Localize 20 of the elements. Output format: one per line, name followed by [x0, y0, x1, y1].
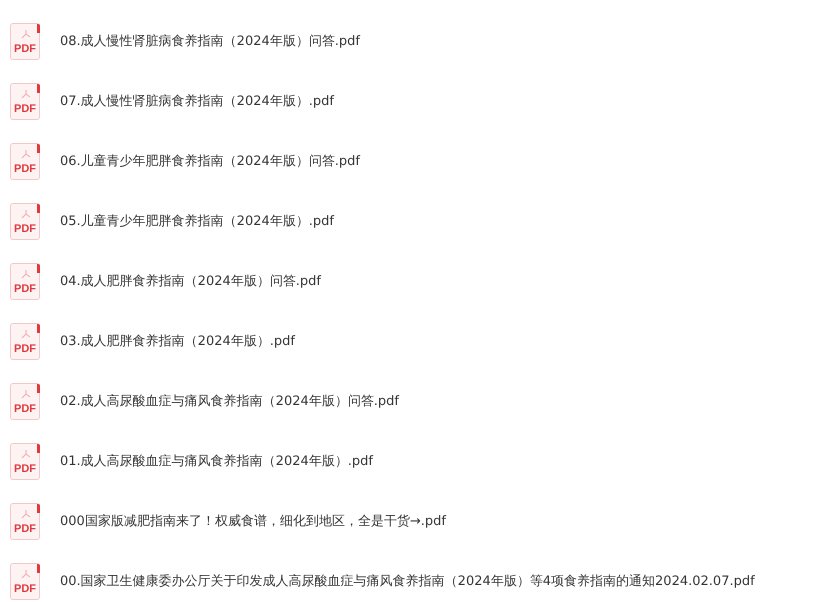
- pdf-file-icon: PDF: [10, 142, 40, 180]
- file-name[interactable]: 08.成人慢性肾脏病食养指南（2024年版）问答.pdf: [60, 32, 360, 50]
- pdf-file-icon: PDF: [10, 82, 40, 120]
- file-name[interactable]: 07.成人慢性肾脏病食养指南（2024年版）.pdf: [60, 92, 334, 110]
- file-name[interactable]: 06.儿童青少年肥胖食养指南（2024年版）问答.pdf: [60, 152, 360, 170]
- pdf-file-icon: PDF: [10, 22, 40, 60]
- pdf-file-icon: PDF: [10, 382, 40, 420]
- pdf-file-icon: PDF: [10, 262, 40, 300]
- file-name[interactable]: 04.成人肥胖食养指南（2024年版）问答.pdf: [60, 272, 321, 290]
- pdf-file-icon: PDF: [10, 202, 40, 240]
- pdf-file-icon: PDF: [10, 562, 40, 600]
- file-name[interactable]: 00.国家卫生健康委办公厅关于印发成人高尿酸血症与痛风食养指南（2024年版）等4项食养指南的通知2024.02.07.pdf: [60, 572, 755, 590]
- file-name[interactable]: 05.儿童青少年肥胖食养指南（2024年版）.pdf: [60, 212, 334, 230]
- pdf-file-icon: PDF: [10, 442, 40, 480]
- file-name[interactable]: 000国家版减肥指南来了！权威食谱，细化到地区，全是干货→.pdf: [60, 512, 446, 530]
- pdf-file-icon: PDF: [10, 502, 40, 540]
- file-name[interactable]: 02.成人高尿酸血症与痛风食养指南（2024年版）问答.pdf: [60, 392, 399, 410]
- file-name[interactable]: 01.成人高尿酸血症与痛风食养指南（2024年版）.pdf: [60, 452, 373, 470]
- file-name[interactable]: 03.成人肥胖食养指南（2024年版）.pdf: [60, 332, 295, 350]
- pdf-file-icon: PDF: [10, 322, 40, 360]
